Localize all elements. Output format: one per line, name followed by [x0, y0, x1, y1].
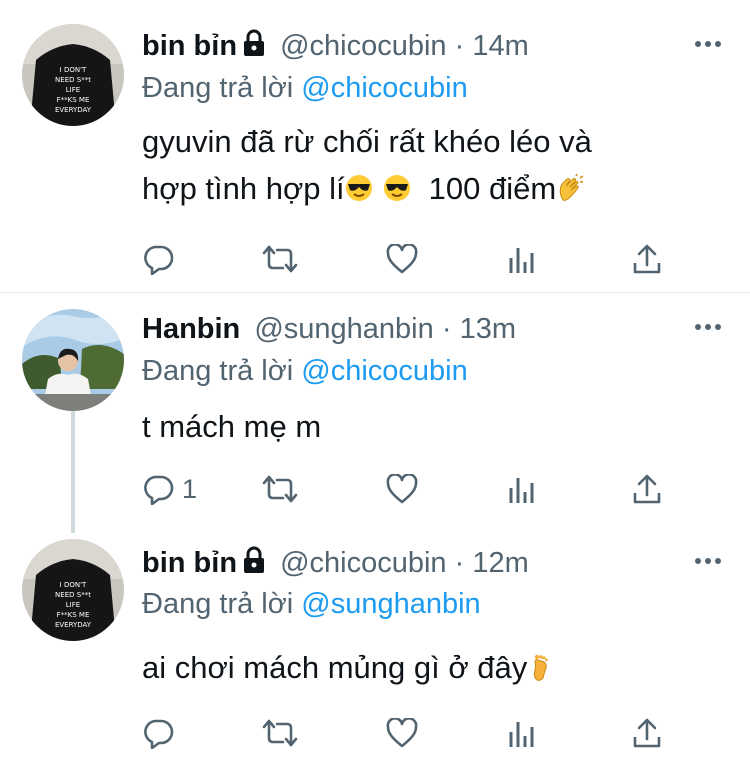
share-icon	[632, 243, 662, 275]
like-button[interactable]	[386, 242, 418, 276]
avatar[interactable]	[22, 309, 124, 411]
timestamp[interactable]: 12m	[472, 547, 528, 579]
replying-to: Đang trả lời @sunghanbin	[142, 586, 481, 622]
analytics-button[interactable]	[508, 472, 536, 506]
tweet-text: gyuvin đã rừ chối rất khéo léo và hợp tì…	[142, 118, 702, 212]
retweet-icon	[262, 718, 298, 748]
display-name[interactable]: Hanbin	[142, 313, 240, 345]
lock-icon	[242, 546, 266, 574]
reply-count: 1	[182, 473, 198, 504]
tweet-text-fragment: hợp tình hợp lí	[142, 171, 345, 206]
avatar-shirt-text: I DON'T	[60, 66, 87, 74]
tweet-text: ai chơi mách mủng gì ở đây	[142, 644, 702, 691]
avatar[interactable]: I DON'T NEED S**t LIFE F**KS ME EVERYDAY	[22, 539, 124, 641]
tweet-header: Hanbin @sunghanbin · 13m	[142, 311, 516, 347]
user-handle[interactable]: @chicocubin	[280, 30, 446, 62]
analytics-icon	[508, 718, 536, 748]
analytics-button[interactable]	[508, 242, 536, 276]
tweet-actions	[142, 716, 672, 750]
replying-to: Đang trả lời @chicocubin	[142, 353, 468, 389]
avatar-shirt-text: F**KS ME	[57, 96, 90, 104]
analytics-icon	[508, 474, 536, 504]
tweet[interactable]: I DON'T NEED S**t LIFE F**KS ME EVERYDAY…	[0, 0, 750, 292]
separator-dot: ·	[454, 30, 465, 62]
avatar-shirt-text: EVERYDAY	[55, 621, 92, 629]
avatar-shirt-text: LIFE	[66, 601, 80, 609]
analytics-icon	[508, 244, 536, 274]
tweet-text-line: t mách mẹ m	[142, 409, 322, 444]
more-icon[interactable]	[694, 555, 722, 567]
tweet-text-line: gyuvin đã rừ chối rất khéo léo và	[142, 124, 592, 159]
replying-to: Đang trả lời @chicocubin	[142, 70, 468, 106]
like-icon	[386, 244, 418, 274]
tweet-header: bin bỉn @chicocubin · 12m	[142, 545, 529, 581]
timestamp[interactable]: 13m	[460, 313, 516, 345]
retweet-button[interactable]	[262, 472, 298, 506]
tweet-text: t mách mẹ m	[142, 403, 702, 450]
share-button[interactable]	[632, 242, 662, 276]
tweet-text-fragment: 100 điểm	[428, 171, 557, 206]
retweet-button[interactable]	[262, 242, 298, 276]
display-name[interactable]: bin bỉn	[142, 30, 237, 62]
avatar-shirt-text: F**KS ME	[57, 611, 90, 619]
reply-icon	[142, 243, 174, 275]
tweet-actions: 1	[142, 472, 672, 506]
display-name[interactable]: bin bỉn	[142, 547, 237, 579]
tweet-text-line: ai chơi mách mủng gì ở đây	[142, 644, 702, 691]
avatar-shirt-text: EVERYDAY	[55, 106, 92, 114]
reply-icon	[142, 473, 174, 505]
lock-icon	[242, 29, 266, 57]
replying-to-label: Đang trả lời	[142, 72, 294, 104]
tweet-text-fragment: ai chơi mách mủng gì ở đây	[142, 650, 528, 685]
reply-icon	[142, 717, 174, 749]
tweet-actions	[142, 242, 672, 276]
replying-to-label: Đang trả lời	[142, 588, 294, 620]
timestamp[interactable]: 14m	[472, 30, 528, 62]
user-handle[interactable]: @chicocubin	[280, 547, 446, 579]
like-icon	[386, 474, 418, 504]
tweet-text-line: hợp tình hợp lí 100 điểm	[142, 165, 702, 212]
more-icon[interactable]	[694, 38, 722, 50]
retweet-icon	[262, 474, 298, 504]
retweet-icon	[262, 244, 298, 274]
share-button[interactable]	[632, 472, 662, 506]
sunglasses-emoji-icon	[383, 174, 411, 202]
analytics-button[interactable]	[508, 716, 536, 750]
reply-button[interactable]: 1	[142, 472, 197, 506]
more-icon[interactable]	[694, 321, 722, 333]
clapping-hands-emoji-icon	[556, 174, 584, 202]
reply-mention-link[interactable]: @chicocubin	[301, 72, 467, 104]
avatar-shirt-text: NEED S**t	[55, 591, 91, 599]
tweet[interactable]: Hanbin @sunghanbin · 13m Đang trả lời @c…	[0, 293, 750, 533]
avatar-shirt-text: I DON'T	[60, 581, 87, 589]
avatar-shirt-text: LIFE	[66, 86, 80, 94]
like-button[interactable]	[386, 472, 418, 506]
foot-emoji-icon	[527, 653, 555, 681]
avatar[interactable]: I DON'T NEED S**t LIFE F**KS ME EVERYDAY	[22, 24, 124, 126]
retweet-button[interactable]	[262, 716, 298, 750]
tweet-header: bin bỉn @chicocubin · 14m	[142, 28, 529, 64]
reply-button[interactable]	[142, 716, 182, 750]
replying-to-label: Đang trả lời	[142, 355, 294, 387]
like-button[interactable]	[386, 716, 418, 750]
tweet[interactable]: I DON'T NEED S**t LIFE F**KS ME EVERYDAY…	[0, 533, 750, 761]
reply-button[interactable]	[142, 242, 182, 276]
user-handle[interactable]: @sunghanbin	[254, 313, 433, 345]
avatar-shirt-text: NEED S**t	[55, 76, 91, 84]
share-icon	[632, 717, 662, 749]
sunglasses-emoji-icon	[345, 174, 373, 202]
share-icon	[632, 473, 662, 505]
separator-dot: ·	[441, 313, 452, 345]
thread-line	[71, 411, 75, 533]
like-icon	[386, 718, 418, 748]
reply-mention-link[interactable]: @sunghanbin	[301, 588, 480, 620]
separator-dot: ·	[454, 547, 465, 579]
reply-mention-link[interactable]: @chicocubin	[301, 355, 467, 387]
share-button[interactable]	[632, 716, 662, 750]
